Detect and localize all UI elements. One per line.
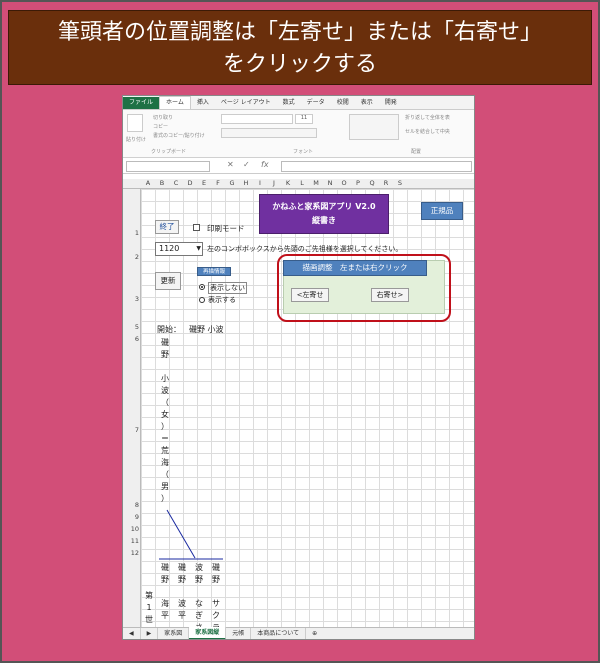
sheet-tab-motocho[interactable]: 元帳 bbox=[226, 628, 252, 639]
child-4: 磯 野 サ ク ラ bbox=[212, 563, 220, 632]
child-3: 波 野 な ぎ さ bbox=[195, 563, 203, 632]
instruction-banner: 筆頭者の位置調整は「左寄せ」または「右寄せ」 をクリックする bbox=[8, 10, 592, 85]
banner-line-2: をクリックする bbox=[222, 52, 377, 77]
sheet-tab-kakeizu-tate[interactable]: 家系図縦 bbox=[189, 627, 227, 639]
connector-line bbox=[166, 509, 196, 559]
tree-lines bbox=[159, 509, 223, 560]
add-sheet-icon[interactable]: ⊕ bbox=[306, 628, 323, 639]
generation-label: 第 1 世 bbox=[145, 591, 153, 624]
child-1: 磯 野 海 平 bbox=[161, 563, 169, 620]
banner-line-1: 筆頭者の位置調整は「左寄せ」または「右寄せ」 bbox=[57, 20, 542, 45]
child-2: 磯 野 波 平 bbox=[178, 563, 186, 620]
scroll-right-icon[interactable]: ▶ bbox=[141, 628, 159, 639]
scroll-left-icon[interactable]: ◀ bbox=[123, 628, 141, 639]
sheet-tab-kakeizu[interactable]: 家系図 bbox=[158, 628, 190, 639]
excel-window: ファイル ホーム 挿入 ページ レイアウト 数式 データ 校閲 表示 開発 貼り… bbox=[122, 95, 475, 640]
sheet-tab-about[interactable]: 本商品について bbox=[251, 628, 307, 639]
sheet-tab-bar: ◀ ▶ 家系図 家系図縦 元帳 本商品について ⊕ bbox=[123, 627, 474, 639]
